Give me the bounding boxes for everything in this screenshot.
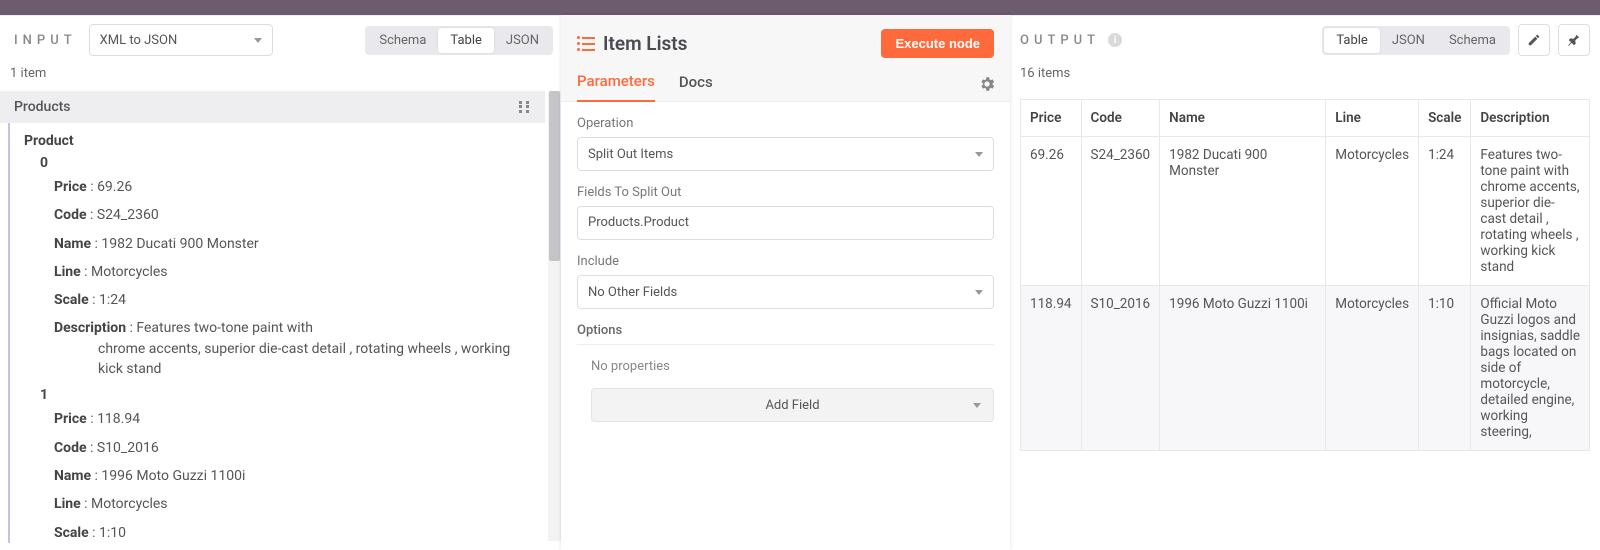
info-icon[interactable]: i [1108,33,1122,47]
add-field-button[interactable]: Add Field [591,388,994,422]
options-label: Options [577,323,994,345]
output-view-table[interactable]: Table [1324,28,1379,53]
col-description[interactable]: Description [1471,100,1590,137]
execute-node-button[interactable]: Execute node [881,29,994,58]
input-root-key: Products [14,99,71,115]
tree-kv: Line : Motorcycles [54,494,525,514]
tab-docs[interactable]: Docs [679,73,713,101]
window-topbar [0,0,1600,15]
tree-kv: Price : 69.26 [54,177,525,197]
chevron-down-icon [975,152,983,157]
col-code[interactable]: Code [1081,100,1160,137]
output-view-json[interactable]: JSON [1380,28,1437,53]
input-root-row[interactable]: Products [0,91,545,123]
tree-kv: Name : 1996 Moto Guzzi 1100i [54,466,525,486]
input-title: INPUT [8,28,83,53]
item-lists-icon [577,37,595,51]
input-view-table[interactable]: Table [438,28,493,53]
tree-kv: Price : 118.94 [54,409,525,429]
output-table: Price Code Name Line Scale Description 6… [1020,99,1590,451]
pin-icon [1567,33,1581,47]
fields-to-split-input[interactable]: Products.Product [577,206,994,240]
chevron-down-icon [973,403,981,408]
fields-to-split-label: Fields To Split Out [577,185,994,200]
output-title: OUTPUT [1020,33,1100,48]
tree-kv: Description : Features two-tone paint wi… [54,318,525,379]
col-name[interactable]: Name [1160,100,1326,137]
include-select[interactable]: No Other Fields [577,275,994,309]
col-scale[interactable]: Scale [1419,100,1471,137]
scrollbar-thumb[interactable] [549,91,560,261]
table-row[interactable]: 69.26 S24_2360 1982 Ducati 900 Monster M… [1021,137,1590,286]
col-price[interactable]: Price [1021,100,1082,137]
node-title: Item Lists [603,32,687,55]
input-view-toggle: Schema Table JSON [365,26,553,55]
output-item-count: 16 items [1020,64,1590,91]
tree-kv: Name : 1982 Ducati 900 Monster [54,234,525,254]
no-properties-text: No properties [577,345,994,388]
tree-index: 1 [40,387,525,403]
drag-handle-icon[interactable] [519,101,531,113]
output-view-schema[interactable]: Schema [1437,28,1508,53]
operation-select[interactable]: Split Out Items [577,137,994,171]
input-panel: INPUT XML to JSON Schema Table JSON 1 it… [0,15,561,550]
edit-button[interactable] [1518,24,1550,56]
tab-parameters[interactable]: Parameters [577,72,655,102]
output-panel: OUTPUT i Table JSON Schema 16 items Pric… [1010,15,1600,550]
col-line[interactable]: Line [1326,100,1419,137]
tree-kv: Code : S24_2360 [54,205,525,225]
tree-kv: Line : Motorcycles [54,262,525,282]
chevron-down-icon [975,290,983,295]
chevron-down-icon [254,38,262,43]
input-item-count: 1 item [0,64,561,91]
input-view-json[interactable]: JSON [494,28,551,53]
input-tree: Product 0 Price : 69.26 Code : S24_2360 … [8,123,545,543]
input-scrollbar[interactable] [548,91,561,541]
pencil-icon [1527,33,1541,47]
gear-icon[interactable] [978,75,996,93]
node-panel: Item Lists Execute node Parameters Docs … [561,15,1010,550]
output-view-toggle: Table JSON Schema [1322,26,1510,55]
input-source-select[interactable]: XML to JSON [89,24,274,56]
table-row[interactable]: 118.94 S10_2016 1996 Moto Guzzi 1100i Mo… [1021,286,1590,451]
tree-kv: Scale : 1:10 [54,523,525,543]
operation-label: Operation [577,116,994,131]
input-view-schema[interactable]: Schema [367,28,438,53]
input-child-key: Product [24,133,525,149]
input-source-value: XML to JSON [100,33,178,48]
tree-kv: Code : S10_2016 [54,438,525,458]
tree-index: 0 [40,155,525,171]
tree-kv: Scale : 1:24 [54,290,525,310]
include-label: Include [577,254,994,269]
pin-button[interactable] [1558,24,1590,56]
